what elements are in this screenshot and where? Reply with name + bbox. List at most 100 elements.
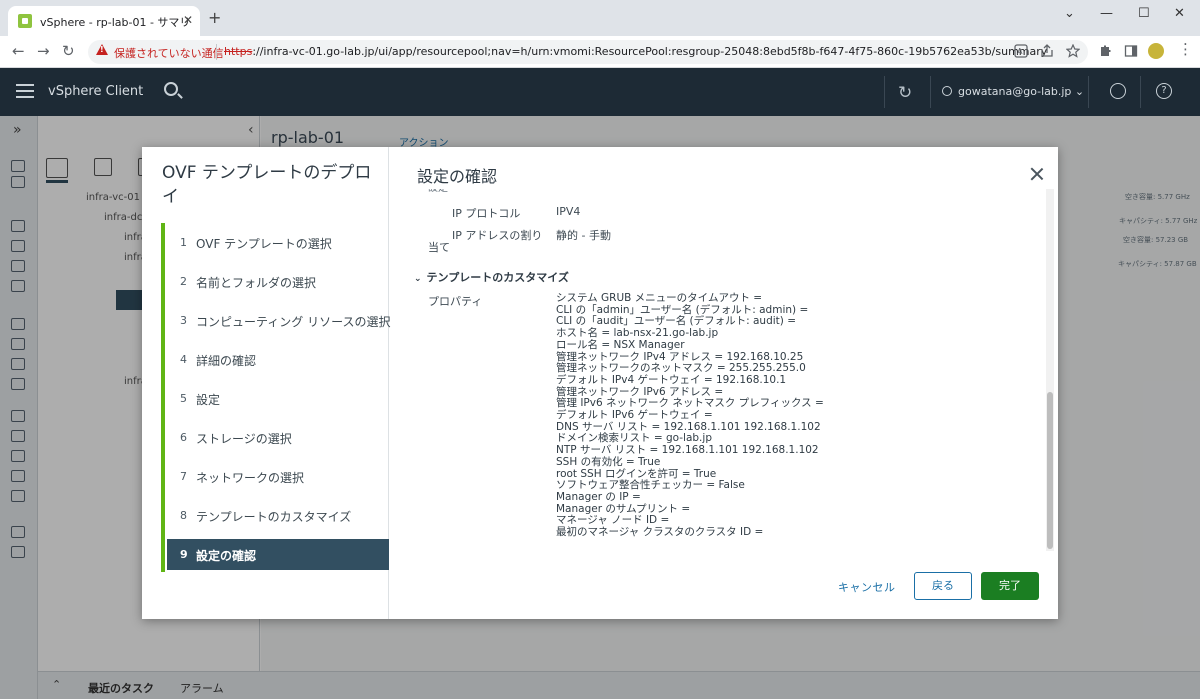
deploy-ovf-wizard: OVF テンプレートのデプロイ 1 OVF テンプレートの選択 2 名前とフォルダの選… — [142, 147, 1058, 619]
wizard-step-number: 1 — [180, 236, 187, 249]
wizard-step-label: コンピューティング リソースの選択 — [196, 315, 391, 329]
cancel-button[interactable]: キャンセル — [838, 579, 896, 595]
wizard-title: OVF テンプレートのデプロイ — [162, 163, 372, 207]
hamburger-menu-icon[interactable] — [16, 84, 34, 98]
wizard-step-number: 6 — [180, 431, 187, 444]
browser-tab-bar: vSphere - rp-lab-01 - サマリ ✕ + ⌄ — ☐ ✕ — [0, 0, 1200, 36]
user-name: gowatana@go-lab.jp — [958, 85, 1072, 98]
property-line: システム GRUB メニューのタイムアウト = — [556, 292, 763, 304]
properties-label: プロパティ — [428, 295, 483, 308]
wizard-step-4[interactable]: 4 詳細の確認 — [167, 344, 389, 375]
help-icon[interactable]: ? — [1156, 83, 1172, 99]
maximize-button[interactable]: ☐ — [1138, 6, 1150, 21]
extensions-icon[interactable] — [1098, 44, 1112, 58]
wizard-step-5[interactable]: 5 設定 — [167, 383, 389, 414]
wizard-step-label: OVF テンプレートの選択 — [196, 237, 332, 251]
forward-button[interactable]: → — [37, 43, 50, 59]
wizard-step-1[interactable]: 1 OVF テンプレートの選択 — [167, 227, 389, 258]
sidepanel-icon[interactable] — [1124, 44, 1138, 58]
wizard-step-number: 8 — [180, 509, 187, 522]
header-divider — [1140, 76, 1141, 108]
settings-label-cut: 設定 — [428, 189, 448, 194]
ip-protocol-label: IP プロトコル — [452, 207, 521, 220]
url-protocol: https — [224, 45, 253, 58]
wizard-step-number: 7 — [180, 470, 187, 483]
wizard-step-number: 2 — [180, 275, 187, 288]
wizard-step-6[interactable]: 6 ストレージの選択 — [167, 422, 389, 453]
new-tab-button[interactable]: + — [208, 10, 221, 26]
user-icon — [942, 86, 952, 96]
step-heading: 設定の確認 — [417, 167, 498, 186]
reload-button[interactable]: ↻ — [62, 43, 75, 59]
wizard-step-label: テンプレートのカスタマイズ — [196, 510, 352, 524]
browser-tab[interactable]: vSphere - rp-lab-01 - サマリ ✕ — [8, 6, 200, 36]
close-icon[interactable] — [1030, 167, 1044, 181]
feedback-smiley-icon[interactable] — [1110, 83, 1126, 99]
ip-allocation-label: IP アドレスの割り — [452, 229, 543, 242]
wizard-step-9[interactable]: 9 設定の確認 — [167, 539, 389, 570]
section-template-customize-label: テンプレートのカスタマイズ — [426, 271, 569, 284]
vsphere-header: vSphere Client ↻ gowatana@go-lab.jp ⌄ ? — [0, 68, 1200, 116]
back-button[interactable]: ← — [12, 43, 25, 59]
translate-icon[interactable]: A — [1014, 44, 1028, 58]
address-bar: ← → ↻ 保護されていない通信 https://infra-vc-01.go-… — [0, 36, 1200, 68]
url-path: ://infra-vc-01.go-lab.jp/ui/app/resource… — [252, 45, 1048, 58]
tab-close-icon[interactable]: ✕ — [183, 13, 193, 27]
wizard-step-label: 設定の確認 — [196, 549, 257, 563]
header-divider — [884, 76, 885, 108]
properties-list: システム GRUB メニューのタイムアウト = CLI の「admin」ユーザー名… — [556, 292, 1026, 539]
refresh-icon[interactable]: ↻ — [898, 83, 912, 103]
profile-avatar[interactable] — [1148, 43, 1164, 59]
step-progress-rail — [161, 223, 165, 572]
property-line: ロール名 = NSX Manager — [556, 338, 685, 351]
wizard-step-3[interactable]: 3 コンピューティング リソースの選択 — [167, 305, 391, 336]
property-line: SSH の有効化 = True — [556, 455, 661, 468]
finish-button[interactable]: 完了 — [981, 572, 1039, 600]
wizard-step-panel: OVF テンプレートのデプロイ 1 OVF テンプレートの選択 2 名前とフォルダの選… — [142, 147, 391, 619]
share-icon[interactable] — [1040, 44, 1054, 58]
url-text[interactable]: https://infra-vc-01.go-lab.jp/ui/app/res… — [224, 45, 1047, 58]
browser-menu-icon[interactable]: ⋮ — [1178, 41, 1193, 57]
wizard-step-number: 3 — [180, 314, 187, 327]
property-line: Manager の IP = — [556, 490, 641, 503]
vsphere-favicon-icon — [18, 14, 32, 28]
header-divider — [1088, 76, 1089, 108]
wizard-step-label: ストレージの選択 — [196, 432, 292, 446]
minimize-button[interactable]: — — [1100, 6, 1113, 21]
omnibox-separator — [216, 44, 217, 60]
wizard-step-label: 詳細の確認 — [196, 354, 257, 368]
ip-protocol-value: IPV4 — [556, 205, 581, 218]
property-line: 最初のマネージャ クラスタのクラスタ ID = — [556, 526, 764, 539]
wizard-step-number: 9 — [180, 548, 188, 561]
omnibox[interactable]: 保護されていない通信 https://infra-vc-01.go-lab.jp… — [88, 40, 1088, 64]
browser-tab-title: vSphere - rp-lab-01 - サマリ — [40, 16, 191, 29]
wizard-step-number: 4 — [180, 353, 187, 366]
user-menu[interactable]: gowatana@go-lab.jp ⌄ — [942, 85, 1084, 98]
wizard-step-2[interactable]: 2 名前とフォルダの選択 — [167, 266, 389, 297]
app-brand: vSphere Client — [48, 84, 144, 99]
chevron-down-icon: ⌄ — [414, 274, 422, 284]
wizard-step-number: 5 — [180, 392, 187, 405]
review-scroll-area[interactable]: 設定 IP プロトコル IPV4 IP アドレスの割り 当て 静的 - 手動 ⌄… — [390, 189, 1046, 551]
scrollbar-thumb[interactable] — [1047, 392, 1053, 549]
warning-icon[interactable] — [96, 44, 108, 55]
wizard-step-label: 名前とフォルダの選択 — [196, 276, 317, 290]
user-caret-icon: ⌄ — [1074, 85, 1085, 98]
wizard-step-8[interactable]: 8 テンプレートのカスタマイズ — [167, 500, 389, 531]
search-icon[interactable] — [164, 82, 178, 96]
tab-search-caret-icon[interactable]: ⌄ — [1064, 6, 1075, 21]
header-divider — [930, 76, 931, 108]
svg-text:A: A — [1017, 47, 1023, 56]
back-button[interactable]: 戻る — [914, 572, 972, 600]
window-close-button[interactable]: ✕ — [1174, 6, 1185, 21]
bookmark-star-icon[interactable] — [1066, 44, 1080, 58]
property-line: デフォルト IPv6 ゲートウェイ = — [556, 409, 713, 422]
wizard-step-7[interactable]: 7 ネットワークの選択 — [167, 461, 389, 492]
insecure-label[interactable]: 保護されていない通信 — [114, 45, 224, 61]
wizard-step-label: 設定 — [196, 393, 221, 407]
wizard-step-label: ネットワークの選択 — [196, 471, 305, 485]
ip-allocation-value: 静的 - 手動 — [556, 229, 611, 242]
section-template-customize[interactable]: ⌄ テンプレートのカスタマイズ — [414, 269, 569, 285]
wizard-content-panel: 設定の確認 設定 IP プロトコル IPV4 IP アドレスの割り 当て 静的 … — [390, 147, 1058, 619]
ip-allocation-label-wrap: 当て — [428, 241, 450, 254]
